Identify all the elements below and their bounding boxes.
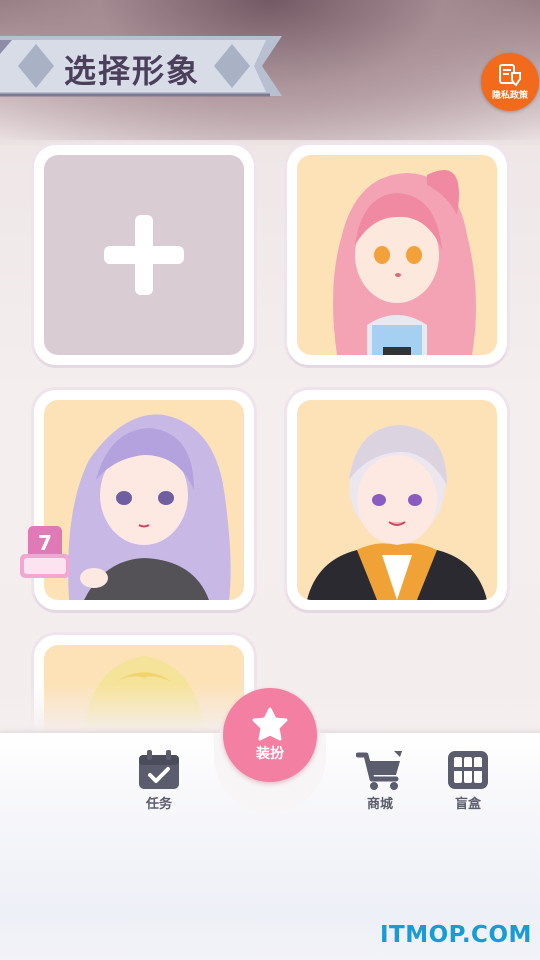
nav-blindbox[interactable]: 盲盒 [446, 749, 490, 812]
nav-tasks-label: 任务 [145, 797, 172, 812]
nav-blindbox-label: 盲盒 [454, 797, 481, 812]
privacy-policy-label: 隐私政策 [491, 91, 528, 101]
calendar-check-icon [139, 750, 179, 789]
nav-shop[interactable]: 商城 [356, 749, 404, 812]
shield-doc-icon [499, 64, 521, 87]
avatar-portrait [44, 400, 244, 600]
pink-girl-portrait [333, 170, 476, 355]
page-title: 选择形象 [64, 52, 201, 90]
nav-dressup-label: 装扮 [256, 746, 284, 762]
nav-shop-label: 商城 [366, 797, 393, 812]
avatar-card-silver-boy[interactable] [287, 390, 507, 610]
add-avatar-slot [44, 155, 244, 355]
blind-box-icon [448, 751, 488, 789]
lavender-girl-portrait [68, 414, 231, 600]
nav-dressup[interactable]: 装扮 [223, 688, 317, 782]
badge-number: 7 [38, 531, 52, 555]
watermark: ITMOP.COM [380, 922, 532, 948]
nav-tasks[interactable]: 任务 [136, 749, 182, 812]
star-icon [252, 707, 288, 741]
silver-boy-portrait [307, 425, 487, 600]
privacy-policy-button[interactable]: 隐私政策 [481, 53, 539, 111]
level-badge: 7 [18, 524, 72, 582]
avatar-portrait [297, 400, 497, 600]
shopping-cart-icon [356, 751, 402, 790]
plus-icon [104, 215, 184, 295]
avatar-portrait [297, 155, 497, 355]
title-banner: 选择形象 [0, 34, 282, 98]
avatar-card-pink-girl[interactable] [287, 145, 507, 365]
add-avatar-card[interactable] [34, 145, 254, 365]
